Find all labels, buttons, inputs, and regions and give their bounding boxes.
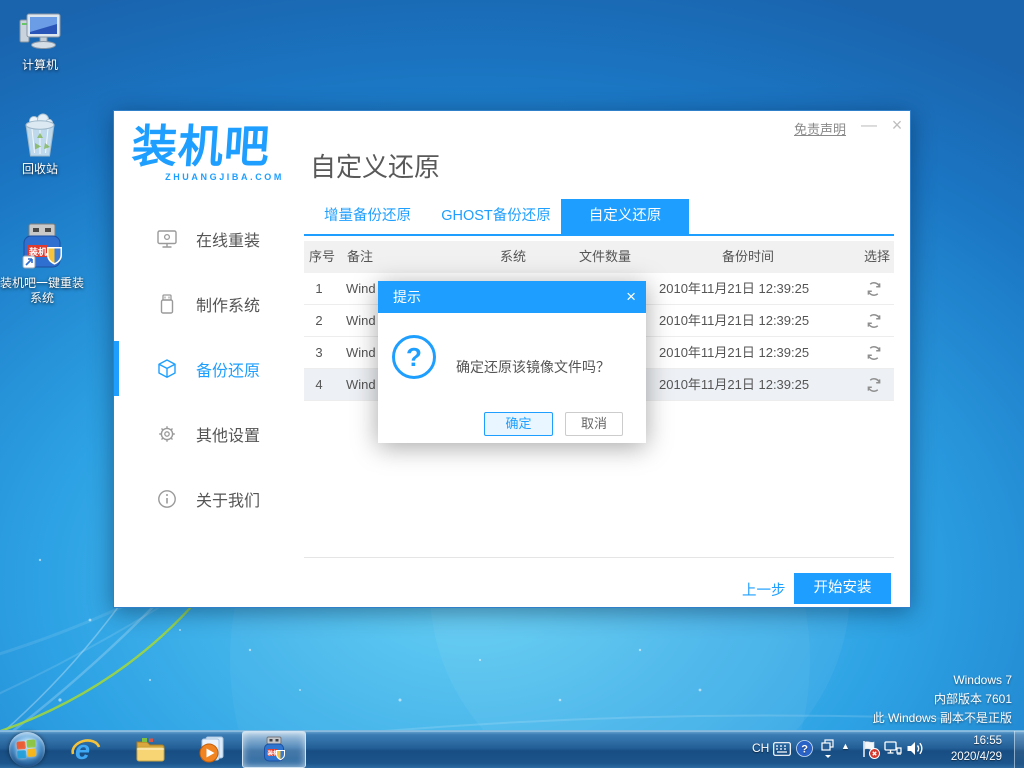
- app-logo: 装机吧 ZHUANGJIBA.COM: [132, 123, 284, 182]
- dialog-cancel-button[interactable]: 取消: [565, 412, 623, 436]
- dialog-ok-button[interactable]: 确定: [484, 412, 553, 436]
- cell-backup-time: 2010年11月21日 12:39:25: [659, 369, 809, 401]
- sidebar-active-indicator: [114, 341, 119, 396]
- table-header: 序号 备注 系统 文件数量 备份时间 选择: [304, 241, 894, 273]
- help-icon[interactable]: ?: [796, 740, 813, 757]
- installer-usb-icon: 装机: [16, 222, 68, 274]
- network-icon[interactable]: [884, 741, 902, 757]
- cell-note: Wind: [346, 369, 382, 401]
- app-logo-domain: ZHUANGJIBA.COM: [132, 172, 284, 182]
- sidebar-item-online-reinstall[interactable]: 在线重装: [156, 223, 306, 255]
- col-select: 选择: [864, 241, 890, 273]
- sidebar-item-label: 其他设置: [196, 422, 260, 446]
- windows-activation-notice: Windows 7 内部版本 7601 此 Windows 副本不是正版: [873, 671, 1012, 728]
- desktop-icon-label: 回收站: [0, 162, 80, 177]
- version-line: Windows 7: [873, 671, 1012, 690]
- desktop-icon-computer[interactable]: 计算机: [0, 8, 80, 73]
- sidebar-item-label: 制作系统: [196, 292, 260, 316]
- sidebar-item-about-us[interactable]: 关于我们: [156, 483, 306, 515]
- version-line: 内部版本 7601: [873, 690, 1012, 709]
- windows-flag-icon: [16, 740, 37, 759]
- clock-date: 2020/4/29: [951, 749, 1002, 765]
- sidebar-item-label: 备份还原: [196, 357, 260, 381]
- version-line: 此 Windows 副本不是正版: [873, 709, 1012, 728]
- taskbar-clock[interactable]: 16:55 2020/4/29: [951, 733, 1002, 765]
- sidebar-item-other-settings[interactable]: 其他设置: [156, 418, 306, 450]
- close-icon[interactable]: ×: [886, 115, 908, 136]
- tab-custom-restore[interactable]: 自定义还原: [561, 199, 689, 234]
- col-system: 系统: [500, 241, 526, 273]
- restore-icon[interactable]: [866, 377, 882, 393]
- col-file-count: 文件数量: [579, 241, 631, 273]
- language-indicator[interactable]: CH: [752, 741, 769, 755]
- app-logo-text: 装机吧: [130, 123, 285, 171]
- installer-usb-icon: 装机: [260, 736, 288, 764]
- restore-icon[interactable]: [866, 281, 882, 297]
- recycle-bin-icon: [17, 112, 63, 160]
- desktop-icon-installer[interactable]: 装机 装机吧一键重装系统: [0, 222, 84, 306]
- cell-seq: 2: [304, 305, 334, 337]
- cell-seq: 4: [304, 369, 334, 401]
- page-title: 自定义还原: [310, 147, 440, 184]
- file-explorer-icon[interactable]: [134, 734, 166, 766]
- cell-backup-time: 2010年11月21日 12:39:25: [659, 337, 809, 369]
- restore-icon[interactable]: [866, 313, 882, 329]
- dialog-titlebar: 提示 ×: [378, 281, 646, 313]
- question-icon: ?: [392, 335, 436, 379]
- clock-time: 16:55: [951, 733, 1002, 749]
- col-note: 备注: [347, 241, 373, 273]
- cell-seq: 3: [304, 337, 334, 369]
- col-backup-time: 备份时间: [722, 241, 774, 273]
- desktop-icon-label: 计算机: [0, 58, 80, 73]
- svg-text:?: ?: [801, 744, 808, 756]
- cell-note: Wind: [346, 273, 382, 305]
- disclaimer-link[interactable]: 免责声明: [794, 119, 846, 138]
- dialog-close-icon[interactable]: ×: [626, 281, 636, 313]
- svg-text:装机: 装机: [28, 246, 47, 257]
- keyboard-icon[interactable]: [773, 742, 791, 756]
- action-center-flag-icon[interactable]: [861, 740, 880, 759]
- start-install-button[interactable]: 开始安装: [794, 573, 891, 604]
- dialog-title: 提示: [393, 281, 421, 313]
- col-seq: 序号: [309, 241, 335, 273]
- minimize-icon[interactable]: —: [858, 117, 880, 135]
- volume-icon[interactable]: [906, 740, 924, 757]
- tab-bar: 增量备份还原 GHOST备份还原 自定义还原: [304, 199, 894, 236]
- cell-backup-time: 2010年11月21日 12:39:25: [659, 273, 809, 305]
- desktop-icon-label: 装机吧一键重装系统: [0, 276, 84, 306]
- show-desktop-button[interactable]: [1014, 731, 1024, 768]
- window-restore-icon[interactable]: [821, 739, 835, 759]
- media-player-icon[interactable]: [195, 734, 227, 766]
- desktop-icon-recycle-bin[interactable]: 回收站: [0, 112, 80, 177]
- about-info-icon: [156, 488, 178, 510]
- prev-step-button[interactable]: 上一步: [742, 579, 786, 600]
- monitor-reinstall-icon: [156, 228, 178, 250]
- show-hidden-icons[interactable]: ▲: [841, 741, 850, 751]
- restore-icon[interactable]: [866, 345, 882, 361]
- cell-note: Wind: [346, 337, 382, 369]
- taskbar-app-button-installer[interactable]: 装机: [242, 731, 306, 768]
- backup-restore-icon: [156, 358, 178, 380]
- sidebar-item-label: 在线重装: [196, 227, 260, 251]
- start-button[interactable]: [9, 732, 45, 767]
- confirm-dialog: 提示 × ? 确定还原该镜像文件吗？ 确定 取消: [378, 281, 646, 443]
- usb-make-icon: [156, 293, 178, 315]
- internet-explorer-icon[interactable]: e: [70, 734, 102, 766]
- sidebar-item-backup-restore[interactable]: 备份还原: [156, 353, 306, 385]
- tab-incremental-backup-restore[interactable]: 增量备份还原: [304, 199, 431, 234]
- sidebar-item-label: 关于我们: [196, 487, 260, 511]
- tab-ghost-backup-restore[interactable]: GHOST备份还原: [431, 199, 561, 234]
- dialog-message: 确定还原该镜像文件吗？: [456, 357, 610, 377]
- cell-backup-time: 2010年11月21日 12:39:25: [659, 305, 809, 337]
- computer-icon: [16, 8, 64, 56]
- footer-divider: [304, 557, 894, 558]
- cell-seq: 1: [304, 273, 334, 305]
- sidebar-item-make-system[interactable]: 制作系统: [156, 288, 306, 320]
- cell-note: Wind: [346, 305, 382, 337]
- settings-gear-icon: [156, 423, 178, 445]
- taskbar: e 装机 CH ?: [0, 730, 1024, 768]
